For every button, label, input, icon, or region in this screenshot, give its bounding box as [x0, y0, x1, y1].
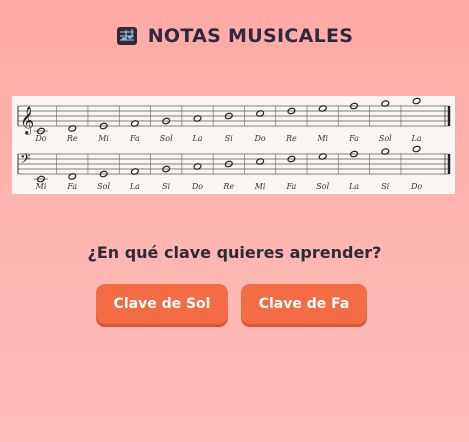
note-label: Fa	[286, 182, 297, 191]
note-label: Sol	[316, 182, 329, 191]
note-label: Do	[34, 134, 46, 143]
note-label: Fa	[66, 182, 77, 191]
whole-note	[412, 97, 421, 105]
note-label: Mi	[254, 182, 266, 191]
clef-question: ¿En qué clave quieres aprender?	[87, 243, 382, 262]
note-label: Mi	[97, 134, 109, 143]
note-label: Si	[162, 182, 170, 191]
note-label: Re	[66, 134, 78, 143]
note-label: Si	[381, 182, 389, 191]
note-label: La	[348, 182, 359, 191]
note-label: Re	[222, 182, 234, 191]
clave-de-sol-button[interactable]: Clave de Sol	[96, 284, 228, 324]
bass-clef-icon: 𝄢	[20, 151, 30, 170]
note-label: Do	[253, 134, 265, 143]
whole-note	[412, 145, 421, 153]
note-label: La	[411, 134, 422, 143]
clave-de-fa-button[interactable]: Clave de Fa	[241, 284, 367, 324]
music-staff-chart: 𝄞 Do Re Mi Fa Sol La Si Do Re Mi Fa Sol La 𝄢 Mi Fa Sol La S…	[12, 96, 455, 194]
note-label: Sol	[160, 134, 173, 143]
note-label: Si	[225, 134, 233, 143]
note-label: La	[129, 182, 140, 191]
note-label: Sol	[97, 182, 110, 191]
note-label: La	[191, 134, 202, 143]
header: NOTAS MUSICALES	[0, 24, 469, 48]
note-label: Do	[191, 182, 203, 191]
note-label: Re	[285, 134, 297, 143]
note-label: Fa	[348, 134, 359, 143]
app-title: NOTAS MUSICALES	[147, 25, 354, 47]
music-notes-icon	[116, 24, 140, 48]
treble-clef-icon: 𝄞	[20, 106, 34, 135]
note-label: Mi	[316, 134, 328, 143]
note-label: Mi	[35, 182, 47, 191]
note-label: Fa	[129, 134, 140, 143]
note-label: Sol	[379, 134, 392, 143]
note-label: Do	[410, 182, 422, 191]
